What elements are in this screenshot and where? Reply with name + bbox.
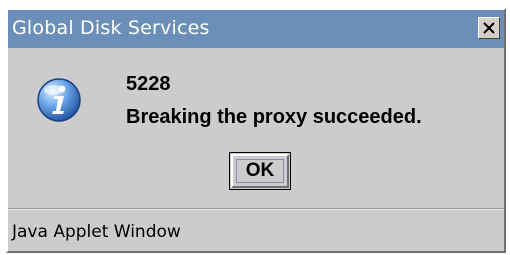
information-icon	[37, 78, 81, 122]
message-text: Breaking the proxy succeeded.	[126, 106, 422, 128]
ok-button[interactable]: OK	[229, 152, 291, 190]
close-button[interactable]	[478, 17, 500, 39]
title-bar[interactable]: Global Disk Services	[8, 10, 504, 48]
status-divider	[8, 208, 504, 210]
applet-status-text: Java Applet Window	[12, 222, 181, 242]
close-icon	[483, 22, 495, 34]
window-title: Global Disk Services	[12, 17, 210, 39]
message-code: 5228	[126, 73, 171, 95]
dialog-window: Global Disk Services 5228 Breaking the p…	[6, 8, 506, 253]
ok-button-label: OK	[236, 159, 284, 183]
